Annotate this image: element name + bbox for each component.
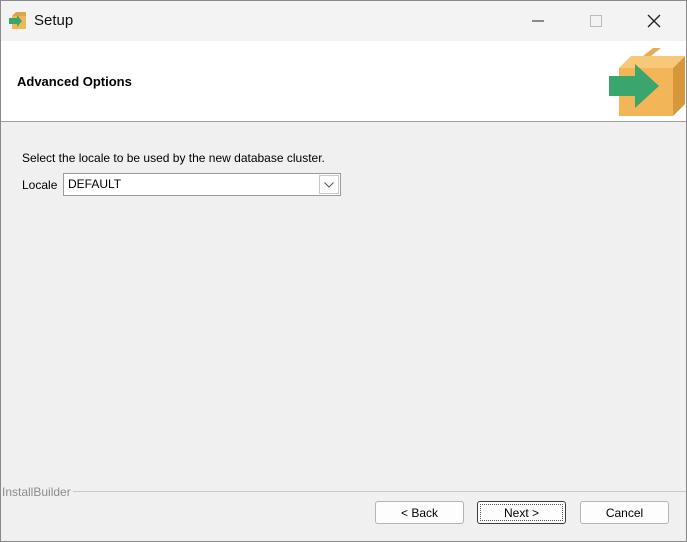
title-bar[interactable]: Setup	[1, 1, 686, 41]
next-button[interactable]: Next >	[477, 501, 566, 524]
maximize-icon	[590, 15, 602, 27]
setup-window: Setup Advanced Options Select the locale…	[0, 0, 687, 542]
locale-selected-value: DEFAULT	[68, 177, 122, 191]
back-button[interactable]: < Back	[375, 501, 464, 524]
cancel-button[interactable]: Cancel	[580, 501, 669, 524]
window-title: Setup	[34, 12, 74, 29]
locale-select[interactable]: DEFAULT	[63, 173, 341, 196]
close-icon	[647, 14, 661, 28]
maximize-button[interactable]	[567, 1, 625, 41]
dropdown-toggle[interactable]	[319, 175, 339, 194]
locale-description: Select the locale to be used by the new …	[22, 151, 325, 165]
minimize-icon	[532, 20, 544, 22]
minimize-button[interactable]	[509, 1, 567, 41]
close-button[interactable]	[625, 1, 683, 41]
footer-brand: InstallBuilder	[2, 485, 71, 499]
app-icon	[9, 12, 26, 29]
wizard-header: Advanced Options	[1, 41, 686, 122]
chevron-down-icon	[324, 181, 334, 188]
page-title: Advanced Options	[17, 74, 132, 89]
installer-box-arrow-icon	[609, 48, 685, 116]
focus-ring	[480, 504, 563, 521]
footer-divider	[73, 491, 686, 492]
locale-label: Locale	[22, 178, 58, 192]
